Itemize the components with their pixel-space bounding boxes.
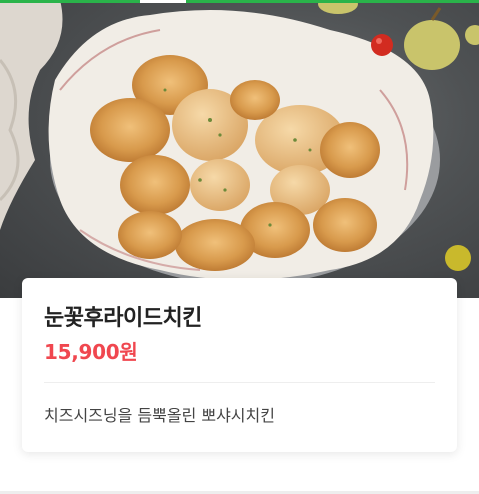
product-description: 치즈시즈닝을 듬뿍올린 뽀샤시치킨 <box>44 406 275 425</box>
product-image <box>0 0 479 298</box>
product-name: 눈꽃후라이드치킨 <box>44 306 202 331</box>
progress-segment-1 <box>0 0 140 3</box>
product-info-card: 눈꽃후라이드치킨 15,900원 치즈시즈닝을 듬뿍올린 뽀샤시치킨 <box>22 278 457 452</box>
progress-segment-2 <box>186 0 479 3</box>
card-divider <box>44 382 435 383</box>
fried-chicken-illustration <box>0 0 479 285</box>
progress-indicator <box>0 0 479 3</box>
product-price: 15,900원 <box>44 340 138 364</box>
